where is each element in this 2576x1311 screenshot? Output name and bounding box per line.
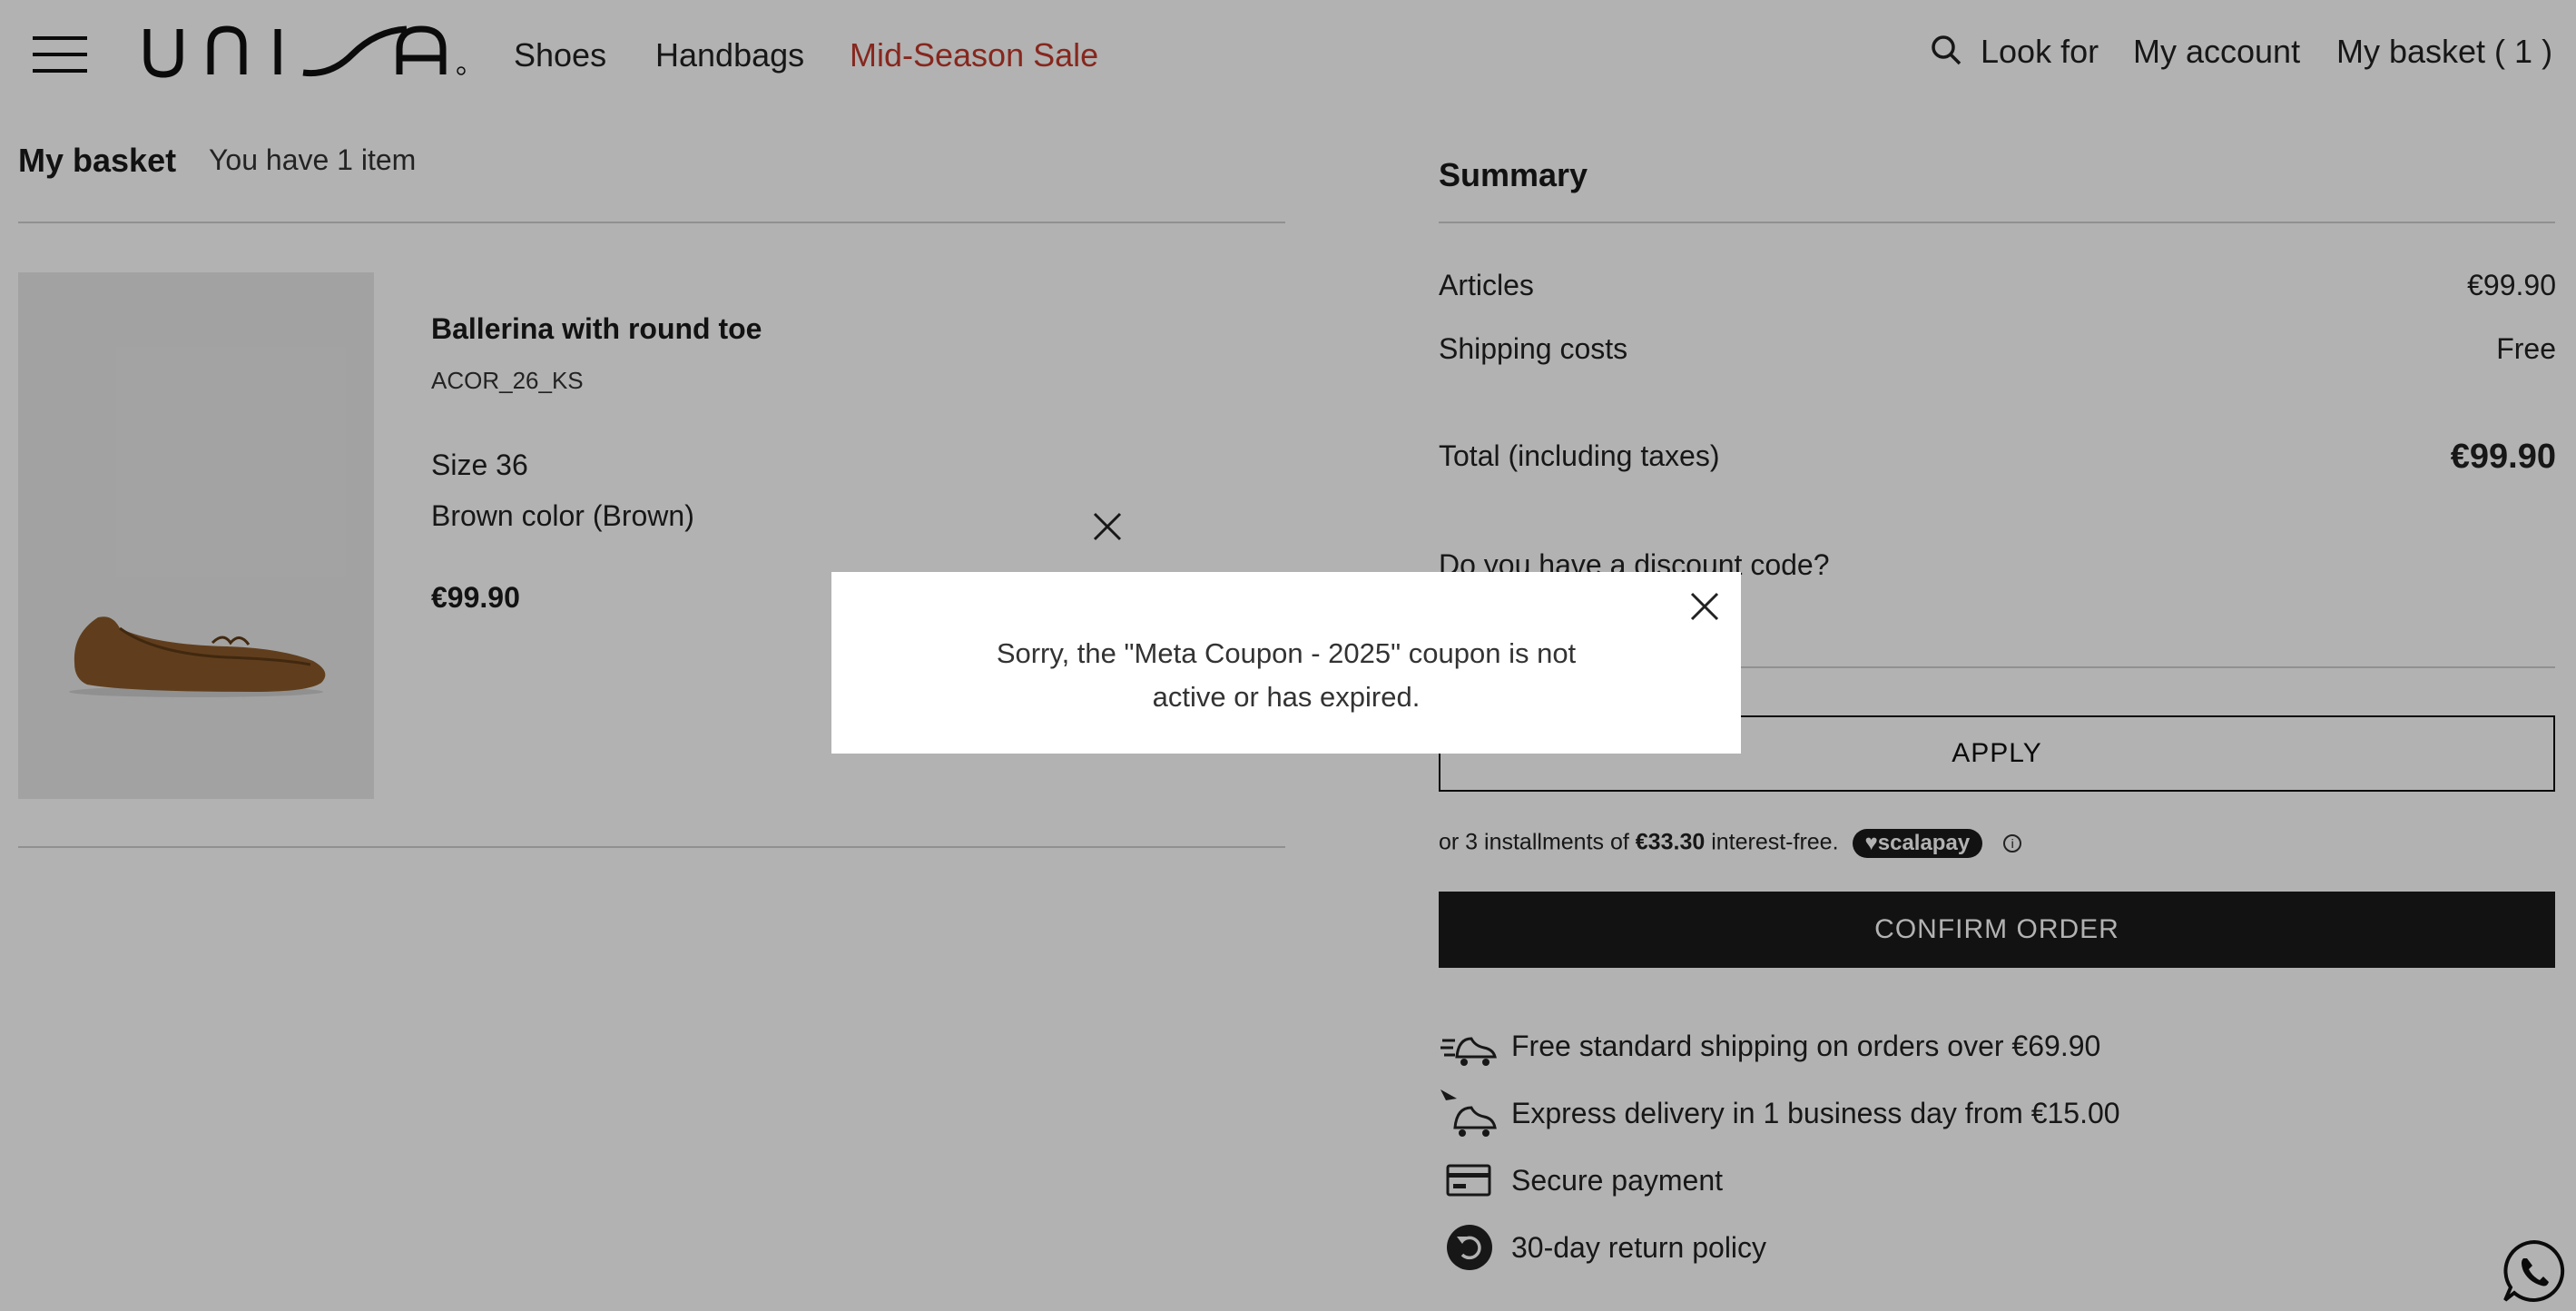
coupon-error-message: Sorry, the "Meta Coupon - 2025" coupon i… <box>996 637 1577 713</box>
coupon-error-modal: Sorry, the "Meta Coupon - 2025" coupon i… <box>831 572 1741 754</box>
modal-close-button[interactable] <box>1686 588 1723 625</box>
close-icon <box>1690 592 1719 621</box>
